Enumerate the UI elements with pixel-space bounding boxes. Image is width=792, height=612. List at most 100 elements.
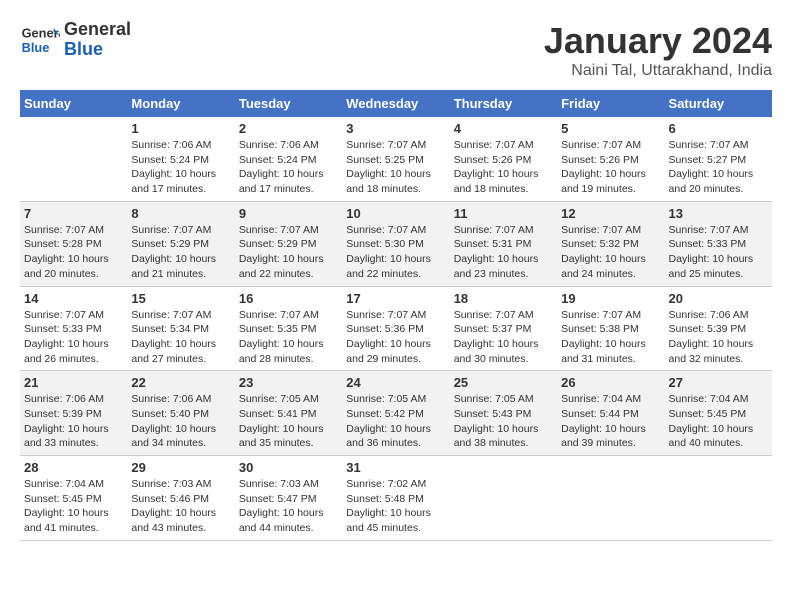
day-info: Sunrise: 7:07 AM Sunset: 5:26 PM Dayligh… (561, 138, 660, 197)
calendar-cell: 2 Sunrise: 7:06 AM Sunset: 5:24 PM Daylig… (235, 117, 342, 201)
calendar-cell: 26 Sunrise: 7:04 AM Sunset: 5:44 PM Dayli… (557, 371, 664, 456)
calendar-cell: 9 Sunrise: 7:07 AM Sunset: 5:29 PM Daylig… (235, 201, 342, 286)
calendar-cell (665, 456, 772, 541)
calendar-cell: 16 Sunrise: 7:07 AM Sunset: 5:35 PM Dayli… (235, 286, 342, 371)
day-info: Sunrise: 7:04 AM Sunset: 5:45 PM Dayligh… (669, 392, 768, 451)
svg-text:Blue: Blue (22, 40, 50, 55)
weekday-header-wednesday: Wednesday (342, 90, 449, 117)
day-info: Sunrise: 7:07 AM Sunset: 5:30 PM Dayligh… (346, 223, 445, 282)
calendar-cell: 15 Sunrise: 7:07 AM Sunset: 5:34 PM Dayli… (127, 286, 234, 371)
day-number: 6 (669, 121, 768, 136)
day-info: Sunrise: 7:07 AM Sunset: 5:28 PM Dayligh… (24, 223, 123, 282)
day-number: 25 (454, 375, 553, 390)
day-info: Sunrise: 7:05 AM Sunset: 5:41 PM Dayligh… (239, 392, 338, 451)
day-number: 20 (669, 291, 768, 306)
day-number: 21 (24, 375, 123, 390)
calendar-cell: 25Sunrise: 7:05 AM Sunset: 5:43 PM Dayli… (450, 371, 557, 456)
day-number: 4 (454, 121, 553, 136)
day-number: 7 (24, 206, 123, 221)
calendar-cell: 3 Sunrise: 7:07 AM Sunset: 5:25 PM Daylig… (342, 117, 449, 201)
day-info: Sunrise: 7:02 AM Sunset: 5:48 PM Dayligh… (346, 477, 445, 536)
day-number: 31 (346, 460, 445, 475)
calendar-cell: 11Sunrise: 7:07 AM Sunset: 5:31 PM Dayli… (450, 201, 557, 286)
day-number: 18 (454, 291, 553, 306)
day-info: Sunrise: 7:06 AM Sunset: 5:24 PM Dayligh… (131, 138, 230, 197)
svg-text:General: General (22, 26, 60, 41)
calendar-week-row: 1 Sunrise: 7:06 AM Sunset: 5:24 PM Daylig… (20, 117, 772, 201)
calendar-cell: 1 Sunrise: 7:06 AM Sunset: 5:24 PM Daylig… (127, 117, 234, 201)
day-number: 26 (561, 375, 660, 390)
weekday-header-saturday: Saturday (665, 90, 772, 117)
day-info: Sunrise: 7:07 AM Sunset: 5:33 PM Dayligh… (24, 308, 123, 367)
day-number: 29 (131, 460, 230, 475)
calendar-cell: 22 Sunrise: 7:06 AM Sunset: 5:40 PM Dayli… (127, 371, 234, 456)
calendar-cell: 8Sunrise: 7:07 AM Sunset: 5:29 PM Daylig… (127, 201, 234, 286)
day-number: 12 (561, 206, 660, 221)
day-info: Sunrise: 7:07 AM Sunset: 5:27 PM Dayligh… (669, 138, 768, 197)
day-info: Sunrise: 7:04 AM Sunset: 5:44 PM Dayligh… (561, 392, 660, 451)
weekday-header-friday: Friday (557, 90, 664, 117)
calendar-table: SundayMondayTuesdayWednesdayThursdayFrid… (20, 90, 772, 541)
day-number: 13 (669, 206, 768, 221)
calendar-cell: 4 Sunrise: 7:07 AM Sunset: 5:26 PM Daylig… (450, 117, 557, 201)
day-number: 23 (239, 375, 338, 390)
title-block: January 2024 Naini Tal, Uttarakhand, Ind… (544, 20, 772, 80)
day-number: 2 (239, 121, 338, 136)
day-number: 30 (239, 460, 338, 475)
calendar-cell: 27 Sunrise: 7:04 AM Sunset: 5:45 PM Dayli… (665, 371, 772, 456)
logo-icon: General Blue (20, 20, 60, 60)
day-info: Sunrise: 7:03 AM Sunset: 5:46 PM Dayligh… (131, 477, 230, 536)
day-info: Sunrise: 7:05 AM Sunset: 5:42 PM Dayligh… (346, 392, 445, 451)
day-info: Sunrise: 7:07 AM Sunset: 5:36 PM Dayligh… (346, 308, 445, 367)
month-title: January 2024 (544, 20, 772, 62)
day-number: 16 (239, 291, 338, 306)
calendar-cell: 24Sunrise: 7:05 AM Sunset: 5:42 PM Dayli… (342, 371, 449, 456)
calendar-cell: 12 Sunrise: 7:07 AM Sunset: 5:32 PM Dayli… (557, 201, 664, 286)
day-info: Sunrise: 7:07 AM Sunset: 5:34 PM Dayligh… (131, 308, 230, 367)
weekday-header-tuesday: Tuesday (235, 90, 342, 117)
day-number: 1 (131, 121, 230, 136)
day-number: 22 (131, 375, 230, 390)
day-info: Sunrise: 7:06 AM Sunset: 5:24 PM Dayligh… (239, 138, 338, 197)
calendar-cell: 28Sunrise: 7:04 AM Sunset: 5:45 PM Dayli… (20, 456, 127, 541)
calendar-cell: 10 Sunrise: 7:07 AM Sunset: 5:30 PM Dayli… (342, 201, 449, 286)
weekday-header-row: SundayMondayTuesdayWednesdayThursdayFrid… (20, 90, 772, 117)
day-number: 10 (346, 206, 445, 221)
calendar-cell: 30 Sunrise: 7:03 AM Sunset: 5:47 PM Dayli… (235, 456, 342, 541)
day-info: Sunrise: 7:07 AM Sunset: 5:32 PM Dayligh… (561, 223, 660, 282)
calendar-cell: 7 Sunrise: 7:07 AM Sunset: 5:28 PM Daylig… (20, 201, 127, 286)
calendar-cell: 20Sunrise: 7:06 AM Sunset: 5:39 PM Dayli… (665, 286, 772, 371)
day-info: Sunrise: 7:07 AM Sunset: 5:35 PM Dayligh… (239, 308, 338, 367)
calendar-cell: 31 Sunrise: 7:02 AM Sunset: 5:48 PM Dayli… (342, 456, 449, 541)
calendar-cell: 13Sunrise: 7:07 AM Sunset: 5:33 PM Dayli… (665, 201, 772, 286)
day-number: 27 (669, 375, 768, 390)
calendar-cell: 19Sunrise: 7:07 AM Sunset: 5:38 PM Dayli… (557, 286, 664, 371)
day-info: Sunrise: 7:07 AM Sunset: 5:26 PM Dayligh… (454, 138, 553, 197)
calendar-week-row: 28Sunrise: 7:04 AM Sunset: 5:45 PM Dayli… (20, 456, 772, 541)
day-info: Sunrise: 7:04 AM Sunset: 5:45 PM Dayligh… (24, 477, 123, 536)
day-info: Sunrise: 7:07 AM Sunset: 5:25 PM Dayligh… (346, 138, 445, 197)
weekday-header-monday: Monday (127, 90, 234, 117)
day-number: 8 (131, 206, 230, 221)
calendar-cell: 18Sunrise: 7:07 AM Sunset: 5:37 PM Dayli… (450, 286, 557, 371)
calendar-week-row: 14Sunrise: 7:07 AM Sunset: 5:33 PM Dayli… (20, 286, 772, 371)
calendar-cell: 29 Sunrise: 7:03 AM Sunset: 5:46 PM Dayli… (127, 456, 234, 541)
calendar-cell (20, 117, 127, 201)
page-header: General Blue General Blue January 2024 N… (20, 20, 772, 80)
logo: General Blue General Blue (20, 20, 131, 60)
calendar-cell: 17Sunrise: 7:07 AM Sunset: 5:36 PM Dayli… (342, 286, 449, 371)
day-number: 3 (346, 121, 445, 136)
day-number: 15 (131, 291, 230, 306)
calendar-cell: 23 Sunrise: 7:05 AM Sunset: 5:41 PM Dayli… (235, 371, 342, 456)
calendar-cell: 5Sunrise: 7:07 AM Sunset: 5:26 PM Daylig… (557, 117, 664, 201)
day-info: Sunrise: 7:06 AM Sunset: 5:39 PM Dayligh… (24, 392, 123, 451)
calendar-cell: 6 Sunrise: 7:07 AM Sunset: 5:27 PM Daylig… (665, 117, 772, 201)
day-number: 9 (239, 206, 338, 221)
day-info: Sunrise: 7:07 AM Sunset: 5:29 PM Dayligh… (239, 223, 338, 282)
day-number: 11 (454, 206, 553, 221)
weekday-header-sunday: Sunday (20, 90, 127, 117)
calendar-cell: 21 Sunrise: 7:06 AM Sunset: 5:39 PM Dayli… (20, 371, 127, 456)
day-info: Sunrise: 7:03 AM Sunset: 5:47 PM Dayligh… (239, 477, 338, 536)
calendar-week-row: 7 Sunrise: 7:07 AM Sunset: 5:28 PM Daylig… (20, 201, 772, 286)
day-info: Sunrise: 7:06 AM Sunset: 5:40 PM Dayligh… (131, 392, 230, 451)
